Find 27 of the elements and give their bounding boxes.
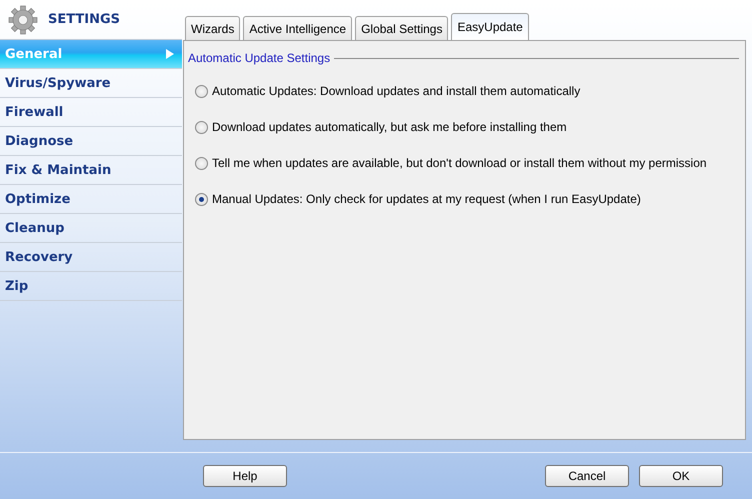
arrow-icon	[166, 49, 174, 59]
tab[interactable]: EasyUpdate	[451, 13, 529, 40]
radio-option[interactable]: Automatic Updates: Download updates and install them automatically	[195, 81, 739, 101]
group-title: Automatic Update Settings	[188, 51, 330, 65]
tab[interactable]: Active Intelligence	[243, 16, 352, 40]
radio-option[interactable]: Manual Updates: Only check for updates at my request (when I run EasyUpdate)	[195, 189, 739, 209]
gear-icon	[8, 4, 38, 34]
radio-option[interactable]: Download updates automatically, but ask me before installing them	[195, 117, 739, 137]
radio-option[interactable]: Tell me when updates are available, but don't download or install them without my permission	[195, 153, 739, 173]
tab[interactable]: Wizards	[185, 16, 240, 40]
sidebar-item[interactable]: Firewall	[0, 98, 182, 127]
sidebar-item[interactable]: Optimize	[0, 185, 182, 214]
radio-button[interactable]	[195, 120, 208, 134]
sidebar-item[interactable]: Cleanup	[0, 214, 182, 243]
sidebar-item[interactable]: Diagnose	[0, 127, 182, 156]
radio-button[interactable]	[195, 84, 208, 98]
help-button[interactable]: Help	[203, 465, 287, 487]
sidebar-item[interactable]: Fix & Maintain	[0, 156, 182, 185]
sidebar-item[interactable]: Virus/Spyware	[0, 69, 182, 98]
sidebar-item[interactable]: Zip	[0, 272, 182, 301]
radio-button[interactable]	[195, 192, 208, 206]
tab[interactable]: Global Settings	[355, 16, 448, 40]
radio-button[interactable]	[195, 156, 208, 170]
dialog-button[interactable]: OK	[639, 465, 723, 487]
dialog-button[interactable]: Cancel	[545, 465, 629, 487]
sidebar-item[interactable]: Recovery	[0, 243, 182, 272]
app-title: SETTINGS	[48, 12, 120, 27]
